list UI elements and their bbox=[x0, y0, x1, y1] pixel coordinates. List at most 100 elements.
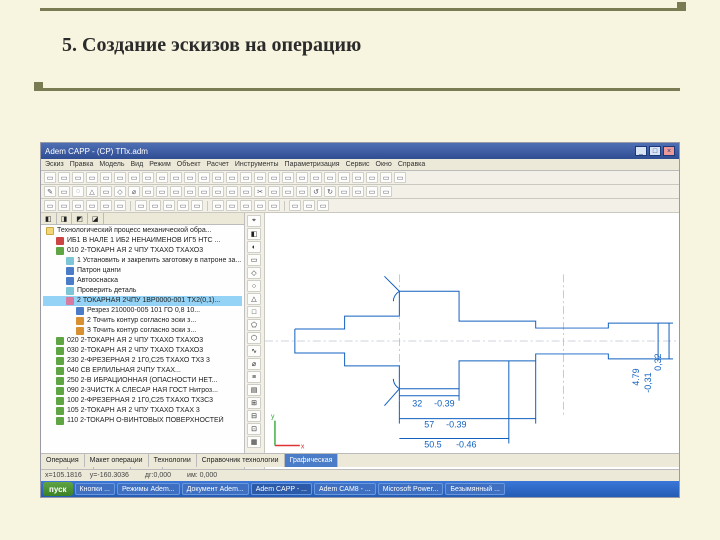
close-button[interactable]: × bbox=[663, 146, 675, 156]
menu-Параметризация[interactable]: Параметризация bbox=[285, 161, 340, 168]
tb1-btn-14[interactable]: ▭ bbox=[240, 172, 252, 183]
menu-Справка[interactable]: Справка bbox=[398, 161, 425, 168]
tb1-btn-22[interactable]: ▭ bbox=[352, 172, 364, 183]
tb3-btn-20[interactable]: ▭ bbox=[303, 200, 315, 211]
tb1-btn-16[interactable]: ▭ bbox=[268, 172, 280, 183]
tree-row[interactable]: 040 СВ ЕРЛИЛЬНАЯ 2ЧПУ ТХАХ... bbox=[43, 366, 242, 376]
tb1-btn-10[interactable]: ▭ bbox=[184, 172, 196, 183]
tb2-btn-3[interactable]: △ bbox=[86, 186, 98, 197]
tb2-btn-15[interactable]: ✂ bbox=[254, 186, 266, 197]
drawing-canvas[interactable]: 32 -0.39 57 -0.39 50.5 -0.46 0,32 4.79 -… bbox=[265, 213, 679, 469]
tb3-btn-3[interactable]: ▭ bbox=[86, 200, 98, 211]
tree-row[interactable]: 3 Точить контур согласно эски з... bbox=[43, 326, 242, 336]
tree-row[interactable]: 030 2-ТОКАРН АЯ 2 ЧПУ ТХАХО ТХАХО3 bbox=[43, 346, 242, 356]
palette-tool-9[interactable]: ⬡ bbox=[247, 332, 261, 344]
view-tab-0[interactable]: Операция bbox=[41, 454, 85, 467]
palette-tool-2[interactable]: ◐ bbox=[247, 241, 261, 253]
palette-tool-16[interactable]: ⊡ bbox=[247, 423, 261, 435]
menu-Сервис[interactable]: Сервис bbox=[346, 161, 370, 168]
view-tab-2[interactable]: Технологии bbox=[149, 454, 197, 467]
taskbar-item-1[interactable]: Режимы Adem... bbox=[117, 483, 180, 495]
palette-tool-5[interactable]: ○ bbox=[247, 280, 261, 292]
tb1-btn-18[interactable]: ▭ bbox=[296, 172, 308, 183]
tb2-btn-22[interactable]: ▭ bbox=[352, 186, 364, 197]
palette-tool-6[interactable]: △ bbox=[247, 293, 261, 305]
tb1-btn-21[interactable]: ▭ bbox=[338, 172, 350, 183]
palette-tool-10[interactable]: ∿ bbox=[247, 345, 261, 357]
tb2-btn-20[interactable]: ↻ bbox=[324, 186, 336, 197]
tree-row[interactable]: ИБ1 В НАЛЕ 1 ИБ2 НЕНАИМЕНОВ ИГ5 НТС ... bbox=[43, 236, 242, 246]
tree-row[interactable]: Технологический процесс механической обр… bbox=[43, 226, 242, 236]
tb2-btn-4[interactable]: ▭ bbox=[100, 186, 112, 197]
view-tab-4[interactable]: Графическая bbox=[285, 454, 339, 467]
tb1-btn-9[interactable]: ▭ bbox=[170, 172, 182, 183]
tb3-btn-14[interactable]: ▭ bbox=[226, 200, 238, 211]
titlebar[interactable]: Adem CAPP - (СР) ТПх.adm _ □ × bbox=[41, 143, 679, 159]
minimize-button[interactable]: _ bbox=[635, 146, 647, 156]
tb1-btn-2[interactable]: ▭ bbox=[72, 172, 84, 183]
palette-tool-1[interactable]: ◧ bbox=[247, 228, 261, 240]
tb1-btn-19[interactable]: ▭ bbox=[310, 172, 322, 183]
palette-tool-7[interactable]: □ bbox=[247, 306, 261, 318]
menu-Модель[interactable]: Модель bbox=[99, 161, 124, 168]
tb3-btn-2[interactable]: ▭ bbox=[72, 200, 84, 211]
tree-row[interactable]: Автооснаска bbox=[43, 276, 242, 286]
tb1-btn-23[interactable]: ▭ bbox=[366, 172, 378, 183]
tb2-btn-13[interactable]: ▭ bbox=[226, 186, 238, 197]
tb2-btn-5[interactable]: ◇ bbox=[114, 186, 126, 197]
tb2-btn-8[interactable]: ▭ bbox=[156, 186, 168, 197]
palette-tool-11[interactable]: ⌀ bbox=[247, 358, 261, 370]
palette-tool-17[interactable]: ▦ bbox=[247, 436, 261, 448]
tree-row[interactable]: 110 2-ТОКАРН О-ВИНТОВЫХ ПОВЕРХНОСТЕЙ bbox=[43, 416, 242, 426]
maximize-button[interactable]: □ bbox=[649, 146, 661, 156]
menu-Режим[interactable]: Режим bbox=[149, 161, 171, 168]
tree-tab-2[interactable]: ◩ bbox=[72, 213, 88, 224]
tb2-btn-12[interactable]: ▭ bbox=[212, 186, 224, 197]
tb2-btn-10[interactable]: ▭ bbox=[184, 186, 196, 197]
tb2-btn-17[interactable]: ▭ bbox=[282, 186, 294, 197]
tb2-btn-11[interactable]: ▭ bbox=[198, 186, 210, 197]
tb3-btn-19[interactable]: ▭ bbox=[289, 200, 301, 211]
tree-row[interactable]: 230 2-ФРЕЗЕРНАЯ 2 1Г0,С25 ТХАХО ТХ3 3 bbox=[43, 356, 242, 366]
tb3-btn-21[interactable]: ▭ bbox=[317, 200, 329, 211]
tree-row[interactable]: 1 Установить и закрепить заготовку в пат… bbox=[43, 256, 242, 266]
tb1-btn-4[interactable]: ▭ bbox=[100, 172, 112, 183]
tree-row[interactable]: Патрон цанги bbox=[43, 266, 242, 276]
palette-tool-12[interactable]: ≡ bbox=[247, 371, 261, 383]
palette-tool-3[interactable]: ▭ bbox=[247, 254, 261, 266]
tb1-btn-20[interactable]: ▭ bbox=[324, 172, 336, 183]
tree-row[interactable]: Проверить деталь bbox=[43, 286, 242, 296]
tree-row[interactable]: Резрез 210000-005 101 ГО 0,8 10... bbox=[43, 306, 242, 316]
menu-Вид[interactable]: Вид bbox=[131, 161, 144, 168]
menu-Объект[interactable]: Объект bbox=[177, 161, 201, 168]
tree-row[interactable]: 010 2-ТОКАРН АЯ 2 ЧПУ ТХАХО ТХАХО3 bbox=[43, 246, 242, 256]
view-tab-3[interactable]: Справочник технологии bbox=[197, 454, 285, 467]
menu-Окно[interactable]: Окно bbox=[376, 161, 392, 168]
tb2-btn-6[interactable]: ⌀ bbox=[128, 186, 140, 197]
tb1-btn-11[interactable]: ▭ bbox=[198, 172, 210, 183]
taskbar-item-3[interactable]: Adem CAPP - ... bbox=[251, 483, 312, 495]
tb1-btn-3[interactable]: ▭ bbox=[86, 172, 98, 183]
tb3-btn-1[interactable]: ▭ bbox=[58, 200, 70, 211]
tree-row[interactable]: 090 2-3ЧИСТК А СЛЕСАР НАЯ ГОСТ Нитроз... bbox=[43, 386, 242, 396]
tree-row[interactable]: 250 2-В ИБРАЦИОННАЯ (ОПАСНОСТИ НЕТ... bbox=[43, 376, 242, 386]
tb2-btn-18[interactable]: ▭ bbox=[296, 186, 308, 197]
tb1-btn-24[interactable]: ▭ bbox=[380, 172, 392, 183]
tb3-btn-10[interactable]: ▭ bbox=[177, 200, 189, 211]
tb1-btn-1[interactable]: ▭ bbox=[58, 172, 70, 183]
menu-Инструменты[interactable]: Инструменты bbox=[235, 161, 279, 168]
taskbar-item-0[interactable]: Кнопки ... bbox=[75, 483, 115, 495]
tb1-btn-6[interactable]: ▭ bbox=[128, 172, 140, 183]
tb1-btn-25[interactable]: ▭ bbox=[394, 172, 406, 183]
menu-Расчет[interactable]: Расчет bbox=[207, 161, 229, 168]
tb2-btn-19[interactable]: ↺ bbox=[310, 186, 322, 197]
process-tree[interactable]: Технологический процесс механической обр… bbox=[41, 225, 244, 455]
taskbar-item-5[interactable]: Microsoft Power... bbox=[378, 483, 444, 495]
palette-tool-0[interactable]: ⌖ bbox=[247, 215, 261, 227]
tb2-btn-24[interactable]: ▭ bbox=[380, 186, 392, 197]
tb2-btn-1[interactable]: ▭ bbox=[58, 186, 70, 197]
tb2-btn-23[interactable]: ▭ bbox=[366, 186, 378, 197]
tb3-btn-13[interactable]: ▭ bbox=[212, 200, 224, 211]
tb1-btn-13[interactable]: ▭ bbox=[226, 172, 238, 183]
taskbar-item-6[interactable]: Безымянный ... bbox=[445, 483, 505, 495]
